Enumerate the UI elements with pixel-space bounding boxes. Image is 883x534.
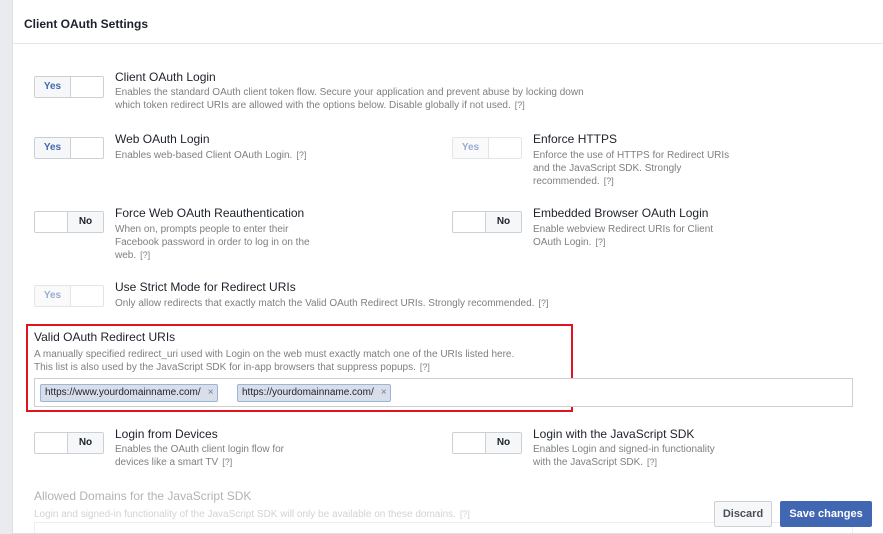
desc-line: Only allow redirects that exactly match … — [115, 298, 535, 309]
help-icon[interactable]: [?] — [647, 457, 657, 467]
desc-line: When on, prompts people to enter their — [115, 224, 289, 235]
uri-tag-label: https://yourdomainname.com/ — [242, 387, 374, 398]
desc-line: Enforce the use of HTTPS for Redirect UR… — [533, 150, 730, 161]
embedded-browser-title: Embedded Browser OAuth Login — [533, 206, 709, 220]
toggle-state: Yes — [35, 138, 71, 158]
desc-line: web. — [115, 250, 137, 261]
redirect-uris-title: Valid OAuth Redirect URIs — [34, 330, 176, 344]
login-from-devices-toggle[interactable]: No — [34, 432, 104, 454]
desc-line: Login and signed-in functionality of the… — [34, 509, 456, 520]
panel-title: Client OAuth Settings — [24, 17, 148, 31]
desc-line: with the JavaScript SDK. — [533, 457, 644, 468]
client-oauth-login-title: Client OAuth Login — [115, 70, 216, 84]
desc-line: Enables Login and signed-in functionalit… — [533, 444, 715, 455]
uri-tag[interactable]: https://yourdomainname.com/ × — [237, 384, 391, 402]
help-icon[interactable]: [?] — [460, 509, 470, 519]
save-changes-button[interactable]: Save changes — [780, 501, 872, 527]
enforce-https-toggle[interactable]: Yes — [452, 137, 522, 159]
enforce-https-title: Enforce HTTPS — [533, 132, 618, 146]
remove-tag-icon[interactable]: × — [208, 385, 214, 401]
desc-line: and the JavaScript SDK. Strongly — [533, 163, 682, 174]
desc-line: Enables the standard OAuth client token … — [115, 87, 584, 98]
uri-tag-label: https://www.yourdomainname.com/ — [45, 387, 201, 398]
uri-tag[interactable]: https://www.yourdomainname.com/ × — [40, 384, 218, 402]
desc-line: Enable webview Redirect URIs for Client — [533, 224, 714, 235]
desc-line: A manually specified redirect_uri used w… — [34, 349, 515, 360]
strict-mode-toggle[interactable]: Yes — [34, 285, 104, 307]
desc-line: Enables the OAuth client login flow for — [115, 444, 284, 455]
help-icon[interactable]: [?] — [222, 457, 232, 467]
login-from-devices-title: Login from Devices — [115, 427, 218, 441]
enforce-https-desc: Enforce the use of HTTPS for Redirect UR… — [533, 149, 729, 188]
embedded-browser-toggle[interactable]: No — [452, 211, 522, 233]
toggle-state: No — [67, 212, 103, 232]
remove-tag-icon[interactable]: × — [381, 385, 387, 401]
web-oauth-login-title: Web OAuth Login — [115, 132, 210, 146]
login-js-sdk-desc: Enables Login and signed-in functionalit… — [533, 443, 715, 469]
desc-line: Enables web-based Client OAuth Login. — [115, 150, 293, 161]
discard-button[interactable]: Discard — [714, 501, 772, 527]
web-oauth-login-toggle[interactable]: Yes — [34, 137, 104, 159]
desc-line: This list is also used by the JavaScript… — [34, 362, 416, 373]
force-reauth-desc: When on, prompts people to enter their F… — [115, 223, 310, 262]
help-icon[interactable]: [?] — [140, 250, 150, 260]
redirect-uris-input[interactable]: https://www.yourdomainname.com/ × https:… — [34, 378, 853, 407]
desc-line: which token redirect URIs are allowed wi… — [115, 100, 511, 111]
toggle-state: No — [67, 433, 103, 453]
desc-line: OAuth Login. — [533, 237, 592, 248]
login-js-sdk-title: Login with the JavaScript SDK — [533, 427, 695, 441]
toggle-state: No — [485, 433, 521, 453]
help-icon[interactable]: [?] — [538, 298, 548, 308]
toggle-state: Yes — [35, 77, 71, 97]
force-reauth-title: Force Web OAuth Reauthentication — [115, 206, 305, 220]
force-reauth-toggle[interactable]: No — [34, 211, 104, 233]
toggle-state: Yes — [453, 138, 489, 158]
help-icon[interactable]: [?] — [595, 237, 605, 247]
panel-header: Client OAuth Settings — [13, 0, 883, 44]
login-from-devices-desc: Enables the OAuth client login flow for … — [115, 443, 284, 469]
allowed-domains-title: Allowed Domains for the JavaScript SDK — [34, 489, 252, 503]
desc-line: recommended. — [533, 176, 600, 187]
help-icon[interactable]: [?] — [296, 150, 306, 160]
help-icon[interactable]: [?] — [515, 100, 525, 110]
client-oauth-login-desc: Enables the standard OAuth client token … — [115, 86, 584, 112]
allowed-domains-desc: Login and signed-in functionality of the… — [34, 508, 470, 521]
toggle-state: Yes — [35, 286, 71, 306]
client-oauth-login-toggle[interactable]: Yes — [34, 76, 104, 98]
desc-line: devices like a smart TV — [115, 457, 219, 468]
login-js-sdk-toggle[interactable]: No — [452, 432, 522, 454]
help-icon[interactable]: [?] — [420, 362, 430, 372]
embedded-browser-desc: Enable webview Redirect URIs for Client … — [533, 223, 713, 249]
strict-mode-title: Use Strict Mode for Redirect URIs — [115, 280, 296, 294]
help-icon[interactable]: [?] — [604, 176, 614, 186]
web-oauth-login-desc: Enables web-based Client OAuth Login. [?] — [115, 149, 306, 162]
strict-mode-desc: Only allow redirects that exactly match … — [115, 297, 548, 310]
redirect-uris-desc: A manually specified redirect_uri used w… — [34, 348, 514, 374]
desc-line: Facebook password in order to log in on … — [115, 237, 310, 248]
toggle-state: No — [485, 212, 521, 232]
